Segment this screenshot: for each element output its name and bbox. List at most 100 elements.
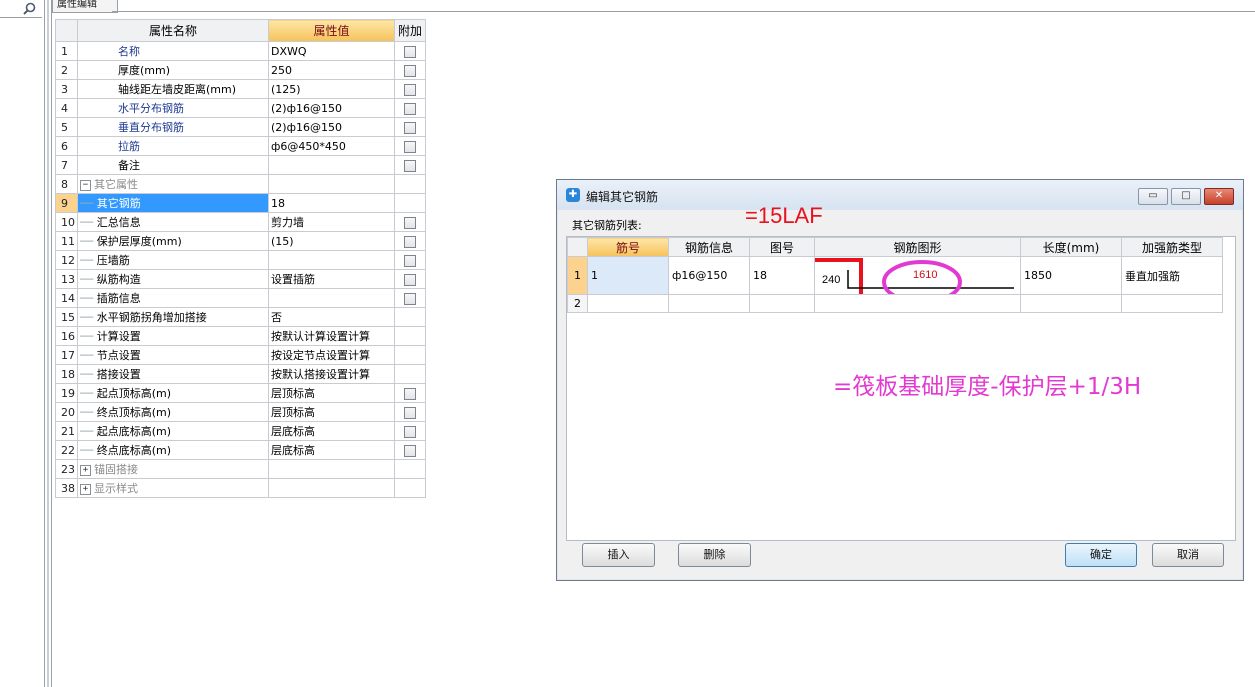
property-value[interactable]: 18 (268, 193, 395, 213)
property-name-cell[interactable]: ── 水平钢筋拐角增加搭接 (77, 307, 269, 327)
property-value[interactable]: 层顶标高 (268, 402, 395, 422)
row-number[interactable]: 1 (567, 256, 588, 295)
maximize-button[interactable]: □ (1171, 188, 1201, 205)
minimize-button[interactable]: ▭ (1138, 188, 1168, 205)
search-icon[interactable] (23, 2, 36, 15)
property-name-cell[interactable]: − 其它属性 (77, 174, 269, 194)
property-name-cell[interactable]: ── 起点底标高(m) (77, 421, 269, 441)
table-row[interactable]: 23 + 锚固搭接 (55, 459, 426, 479)
cell-bar-no[interactable] (587, 294, 669, 313)
property-value[interactable]: (15) (268, 231, 395, 251)
row-number[interactable]: 1 (55, 41, 78, 61)
table-row[interactable]: 2 (567, 294, 1223, 313)
row-number[interactable]: 3 (55, 79, 78, 99)
close-button[interactable]: ✕ (1204, 188, 1234, 205)
table-row[interactable]: 1 名称 DXWQ (55, 41, 426, 61)
property-name-cell[interactable]: ── 纵筋构造 (77, 269, 269, 289)
delete-button[interactable]: 删除 (678, 543, 751, 567)
extra-checkbox[interactable] (404, 273, 416, 286)
row-number[interactable]: 4 (55, 98, 78, 118)
table-row[interactable]: 13 ── 纵筋构造 设置插筋 (55, 269, 426, 289)
property-name-cell[interactable]: ── 计算设置 (77, 326, 269, 346)
cell-rebar-type[interactable]: 垂直加强筋 (1121, 256, 1223, 295)
row-number[interactable]: 18 (55, 364, 78, 384)
extra-checkbox[interactable] (404, 159, 416, 172)
header-property-name[interactable]: 属性名称 (77, 19, 269, 42)
cell-shape-no[interactable]: 18 (749, 256, 815, 295)
cell-length[interactable] (1020, 294, 1122, 313)
table-row[interactable]: 16 ── 计算设置 按默认计算设置计算 (55, 326, 426, 346)
table-row[interactable]: 10 ── 汇总信息 剪力墙 (55, 212, 426, 232)
property-value[interactable] (268, 459, 395, 479)
property-value[interactable] (268, 478, 395, 498)
property-value[interactable]: 层顶标高 (268, 383, 395, 403)
property-name-cell[interactable]: ── 压墙筋 (77, 250, 269, 270)
property-value[interactable]: 否 (268, 307, 395, 327)
header-extra[interactable]: 附加 (394, 19, 426, 42)
row-number[interactable]: 7 (55, 155, 78, 175)
cell-bar-info[interactable]: ф16@150 (668, 256, 750, 295)
dialog-titlebar[interactable]: ✚ 编辑其它钢筋 ▭ □ ✕ (557, 180, 1243, 210)
extra-checkbox[interactable] (404, 140, 416, 153)
extra-checkbox[interactable] (404, 292, 416, 305)
table-row[interactable]: 7 备注 (55, 155, 426, 175)
property-name-cell[interactable]: ── 节点设置 (77, 345, 269, 365)
cell-bar-shape[interactable]: 240 1610 (814, 256, 1021, 295)
extra-checkbox[interactable] (404, 444, 416, 457)
tab-property-edit[interactable]: 属性编辑 (52, 0, 118, 13)
extra-checkbox[interactable] (404, 425, 416, 438)
property-value[interactable]: 按默认搭接设置计算 (268, 364, 395, 384)
table-row[interactable]: 14 ── 插筋信息 (55, 288, 426, 308)
col-shape-no[interactable]: 图号 (749, 237, 815, 257)
extra-checkbox[interactable] (404, 387, 416, 400)
property-value[interactable]: 层底标高 (268, 440, 395, 460)
cell-bar-no[interactable]: 1 (587, 256, 669, 295)
property-name-cell[interactable]: 拉筋 (77, 136, 269, 156)
table-row[interactable]: 8− 其它属性 (55, 174, 426, 194)
row-number[interactable]: 5 (55, 117, 78, 137)
row-number[interactable]: 21 (55, 421, 78, 441)
cell-bar-info[interactable] (668, 294, 750, 313)
table-row[interactable]: 17 ── 节点设置 按设定节点设置计算 (55, 345, 426, 365)
table-row[interactable]: 18 ── 搭接设置 按默认搭接设置计算 (55, 364, 426, 384)
col-length[interactable]: 长度(mm) (1020, 237, 1122, 257)
table-row[interactable]: 11 ── 保护层厚度(mm) (15) (55, 231, 426, 251)
insert-button[interactable]: 插入 (582, 543, 655, 567)
extra-checkbox[interactable] (404, 102, 416, 115)
row-number[interactable]: 14 (55, 288, 78, 308)
cancel-button[interactable]: 取消 (1152, 543, 1224, 567)
property-value[interactable]: (125) (268, 79, 395, 99)
col-rebar-type[interactable]: 加强筋类型 (1121, 237, 1223, 257)
extra-checkbox[interactable] (404, 254, 416, 267)
row-number[interactable]: 22 (55, 440, 78, 460)
property-name-cell[interactable]: ── 插筋信息 (77, 288, 269, 308)
row-number[interactable]: 8 (55, 174, 78, 194)
property-value[interactable]: 按设定节点设置计算 (268, 345, 395, 365)
row-number[interactable]: 17 (55, 345, 78, 365)
property-name-cell[interactable]: ── 终点顶标高(m) (77, 402, 269, 422)
row-number[interactable]: 20 (55, 402, 78, 422)
property-name-cell[interactable]: 轴线距左墙皮距离(mm) (77, 79, 269, 99)
property-name-cell[interactable]: 备注 (77, 155, 269, 175)
row-number[interactable]: 15 (55, 307, 78, 327)
property-value[interactable] (268, 174, 395, 194)
row-number[interactable]: 16 (55, 326, 78, 346)
table-row[interactable]: 6 拉筋 ф6@450*450 (55, 136, 426, 156)
property-name-cell[interactable]: 水平分布钢筋 (77, 98, 269, 118)
cell-length[interactable]: 1850 (1020, 256, 1122, 295)
extra-checkbox[interactable] (404, 216, 416, 229)
table-row[interactable]: 1 1 ф16@150 18 240 1610 1850 垂直加强筋 (567, 256, 1223, 295)
row-number[interactable]: 19 (55, 383, 78, 403)
property-name-cell[interactable]: ── 其它钢筋 (77, 193, 269, 213)
left-search-bar[interactable] (0, 0, 42, 18)
property-value[interactable]: 层底标高 (268, 421, 395, 441)
row-number[interactable]: 11 (55, 231, 78, 251)
panel-splitter[interactable] (47, 0, 49, 687)
table-row[interactable]: 2 厚度(mm) 250 (55, 60, 426, 80)
collapse-icon[interactable]: − (80, 179, 91, 191)
property-value[interactable]: 按默认计算设置计算 (268, 326, 395, 346)
table-row[interactable]: 12 ── 压墙筋 (55, 250, 426, 270)
property-value[interactable] (268, 155, 395, 175)
property-name-cell[interactable]: 垂直分布钢筋 (77, 117, 269, 137)
table-row[interactable]: 3 轴线距左墙皮距离(mm) (125) (55, 79, 426, 99)
